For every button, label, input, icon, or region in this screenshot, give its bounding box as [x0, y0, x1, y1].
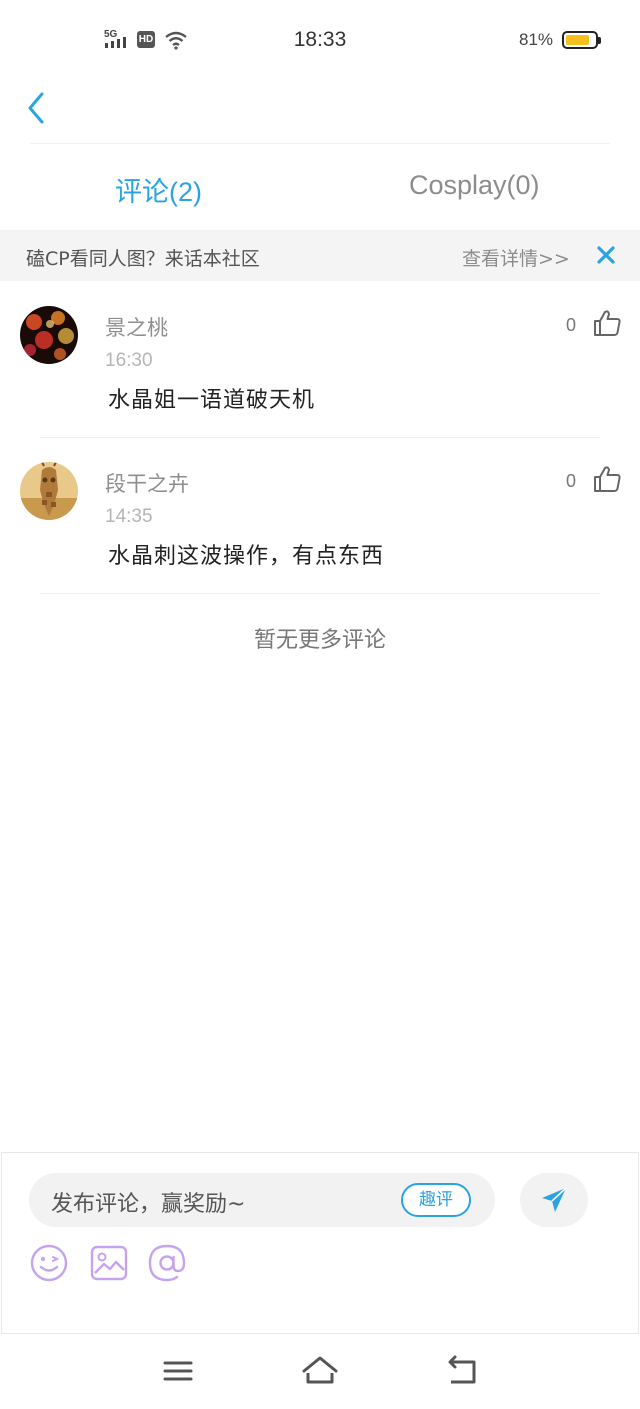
divider: [40, 593, 600, 594]
like-count: 0: [566, 471, 577, 491]
avatar[interactable]: [20, 462, 78, 520]
promo-banner: 磕CP看同人图？来话本社区 查看详情>>: [0, 230, 640, 281]
battery-percent: 81%: [519, 30, 554, 49]
close-icon: [597, 246, 615, 264]
comment-text: 水晶姐一语道破天机: [108, 388, 316, 413]
image-button[interactable]: [89, 1243, 129, 1283]
back-nav-button[interactable]: [442, 1353, 482, 1389]
mention-button[interactable]: [147, 1243, 187, 1283]
divider: [30, 143, 610, 144]
like-button[interactable]: [592, 308, 622, 338]
like-count: 0: [566, 315, 577, 335]
fun-comment-button[interactable]: 趣评: [401, 1183, 471, 1217]
back-button[interactable]: [20, 90, 56, 126]
comment-item: 景之桃 16:30 水晶姐一语道破天机 0: [0, 282, 640, 438]
system-nav-bar: [0, 1335, 640, 1409]
chevron-left-icon: [28, 92, 44, 124]
send-icon: [542, 1187, 567, 1212]
emoji-icon: [30, 1244, 68, 1282]
tab-cosplay[interactable]: Cosplay(0): [409, 170, 540, 201]
comment-text: 水晶刺这波操作，有点东西: [108, 544, 385, 569]
emoji-button[interactable]: [29, 1243, 69, 1283]
avatar[interactable]: [20, 306, 78, 364]
comment-author[interactable]: 景之桃: [105, 312, 168, 342]
thumbs-up-icon: [594, 466, 621, 492]
like-button[interactable]: [592, 464, 622, 494]
menu-button[interactable]: [158, 1353, 198, 1389]
comment-input[interactable]: 发布评论，赢奖励~ 趣评: [29, 1173, 495, 1227]
tab-comments[interactable]: 评论(2): [115, 170, 202, 209]
comment-item: 段干之卉 14:35 水晶刺这波操作，有点东西 0: [0, 438, 640, 594]
battery-icon: [562, 31, 601, 49]
banner-text: 磕CP看同人图？来话本社区: [26, 248, 260, 270]
menu-icon: [163, 1361, 193, 1381]
image-icon: [90, 1245, 128, 1281]
status-bar: 5G HD 18:33 81%: [0, 0, 640, 80]
banner-close-button[interactable]: [594, 243, 618, 267]
comment-time: 16:30: [105, 350, 153, 371]
return-icon: [448, 1355, 476, 1384]
home-icon: [302, 1356, 338, 1384]
thumbs-up-icon: [594, 310, 621, 336]
home-button[interactable]: [300, 1353, 340, 1389]
banner-details-link[interactable]: 查看详情>>: [462, 244, 570, 271]
comment-author[interactable]: 段干之卉: [105, 468, 189, 498]
send-button[interactable]: [520, 1173, 588, 1227]
at-icon: [148, 1244, 186, 1282]
comment-composer: 发布评论，赢奖励~ 趣评: [1, 1152, 639, 1334]
comment-time: 14:35: [105, 506, 153, 527]
no-more-comments: 暂无更多评论: [253, 628, 386, 653]
input-placeholder: 发布评论，赢奖励~: [51, 1192, 246, 1217]
